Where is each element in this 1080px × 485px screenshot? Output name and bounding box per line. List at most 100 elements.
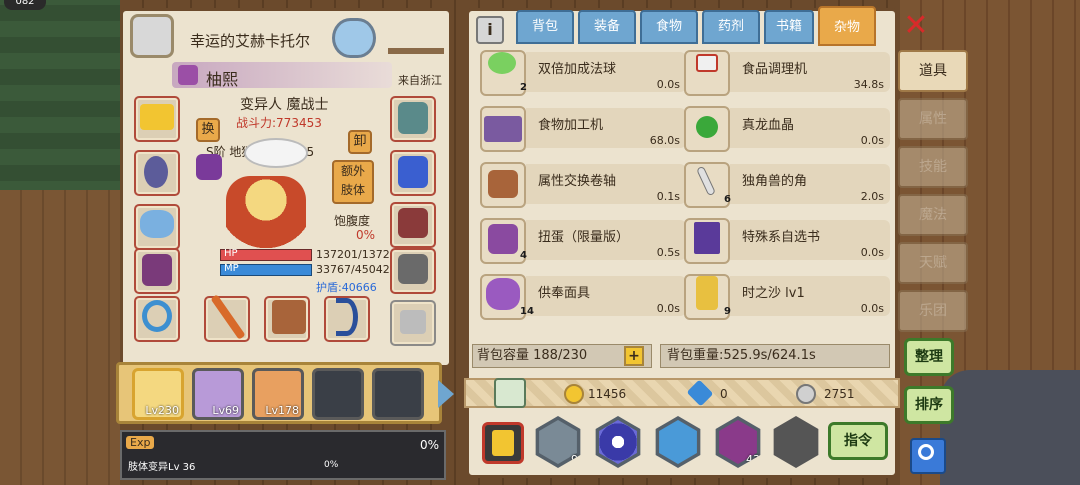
exp-label: Exp — [126, 436, 155, 449]
party-scroll-arrow-icon[interactable] — [438, 380, 454, 408]
mutation-label: 肢体变异Lv 36 — [128, 462, 196, 473]
inventory-item[interactable]: 供奉面具 0.0s 14 — [480, 270, 686, 322]
inventory-item[interactable]: 食品调理机 34.8s — [684, 46, 890, 98]
item-count: 14 — [520, 306, 534, 317]
silver-coin-icon — [796, 384, 816, 404]
unequip-button[interactable]: 卸 — [348, 130, 372, 154]
hp-value: 137201/1372 — [316, 248, 390, 261]
top-left-badge: 082 — [4, 0, 46, 10]
item-time: 0.1s — [656, 190, 680, 203]
tab-misc[interactable]: 杂物 — [818, 6, 876, 46]
hanger-icon[interactable] — [388, 18, 444, 54]
inventory-item[interactable]: 属性交换卷轴 0.1s — [480, 158, 686, 210]
crossbow-icon — [272, 300, 306, 334]
tab-equipment[interactable]: 装备 — [578, 10, 636, 44]
expand-bag-button[interactable]: + — [624, 346, 644, 366]
item-count: 2 — [520, 82, 527, 93]
player-name-bar — [172, 62, 392, 88]
character-name: 幸运的艾赫卡托尔 — [190, 32, 311, 50]
wing-icon — [140, 210, 174, 238]
teleport-icon[interactable] — [332, 18, 376, 58]
item-count: 6 — [724, 194, 731, 205]
hp-label: HP — [224, 248, 238, 259]
satiety-label: 饱腹度 — [334, 214, 371, 228]
thought-bubble-icon — [244, 138, 308, 168]
tab-potion[interactable]: 药剂 — [702, 10, 760, 44]
search-icon — [918, 444, 934, 460]
gold-coin-icon — [564, 384, 584, 404]
organize-button[interactable]: 整理 — [904, 338, 954, 376]
tab-books[interactable]: 书籍 — [764, 10, 814, 44]
info-button[interactable]: i — [476, 16, 504, 44]
dragon-blood-crystal-art — [696, 116, 718, 138]
mutation-percent: 0% — [324, 460, 339, 470]
item-name: 双倍加成法球 — [538, 62, 617, 77]
inventory-item[interactable]: 独角兽的角 2.0s 6 — [684, 158, 890, 210]
player-origin: 来自浙江 — [398, 74, 442, 87]
boots-icon — [398, 208, 428, 238]
item-time: 0.0s — [860, 134, 884, 147]
side-tab-items[interactable]: 道具 — [898, 50, 968, 92]
satiety-value: 0% — [356, 228, 376, 242]
sort-button[interactable]: 排序 — [904, 386, 954, 424]
bag-weight: 背包重量:525.9s/624.1s — [660, 344, 890, 368]
flask-icon — [659, 420, 697, 464]
inventory-item[interactable]: 双倍加成法球 0.0s 2 — [480, 46, 686, 98]
inventory-item[interactable]: 扭蛋（限量版） 0.5s 4 — [480, 214, 686, 266]
extra-limb-button[interactable]: 额外 肢体 — [332, 160, 374, 204]
side-tab-skills[interactable]: 技能 — [898, 146, 968, 188]
item-time: 0.0s — [656, 302, 680, 315]
diamond-amount: 0 — [720, 387, 728, 401]
party-member-2[interactable]: Lv69 — [192, 368, 244, 420]
bow-icon — [336, 298, 358, 336]
gacha-art — [488, 224, 518, 254]
item-name: 时之沙 lv1 — [742, 286, 805, 301]
guild-emblem-icon — [130, 14, 174, 58]
swap-button[interactable]: 换 — [196, 118, 220, 142]
crown-icon — [140, 104, 174, 130]
gauntlet-icon — [398, 156, 428, 188]
side-tab-magic[interactable]: 魔法 — [898, 194, 968, 236]
inventory-item[interactable]: 特殊系自选书 0.0s — [684, 214, 890, 266]
close-button[interactable]: ✕ — [900, 10, 932, 42]
side-tab-band[interactable]: 乐团 — [898, 290, 968, 332]
inventory-item[interactable]: 时之沙 lv1 0.0s 9 — [684, 270, 890, 322]
item-name: 属性交换卷轴 — [538, 174, 617, 189]
mask-art — [486, 278, 520, 310]
item-time: 34.8s — [853, 78, 884, 91]
tab-food[interactable]: 食物 — [640, 10, 698, 44]
party-member-empty-1[interactable] — [312, 368, 364, 420]
party-member-level: Lv69 — [212, 404, 239, 417]
party-member-1[interactable]: Lv230 — [132, 368, 184, 420]
inventory-item[interactable]: 食物加工机 68.0s — [480, 102, 686, 154]
party-member-level: Lv230 — [145, 404, 179, 417]
party-member-empty-2[interactable] — [372, 368, 424, 420]
side-tab-talent[interactable]: 天赋 — [898, 242, 968, 284]
book-art — [694, 222, 720, 254]
item-name: 食品调理机 — [742, 62, 808, 77]
tab-backpack[interactable]: 背包 — [516, 10, 574, 44]
female-icon — [178, 65, 198, 85]
microwave-art — [484, 116, 522, 142]
side-tab-attributes[interactable]: 属性 — [898, 98, 968, 140]
command-button[interactable]: 指令 — [828, 422, 888, 460]
item-time: 0.0s — [860, 302, 884, 315]
armor-icon — [142, 254, 172, 286]
scroll-art — [488, 170, 518, 198]
shield-value: 护盾:40666 — [316, 281, 377, 294]
item-name: 真龙血晶 — [742, 118, 795, 133]
battle-power: 战斗力:773453 — [236, 116, 322, 130]
party-member-level: Lv178 — [265, 404, 299, 417]
character-class: 变异人 魔战士 — [240, 97, 329, 113]
background-right-rock — [940, 370, 1080, 485]
emblem-icon — [398, 102, 428, 134]
item-name: 独角兽的角 — [742, 174, 808, 189]
item-time: 2.0s — [860, 190, 884, 203]
silver-amount: 2751 — [824, 387, 855, 401]
background-left-floor — [0, 190, 120, 485]
deposit-icon[interactable] — [494, 378, 526, 408]
item-name: 供奉面具 — [538, 286, 591, 301]
inventory-item[interactable]: 真龙血晶 0.0s — [684, 102, 890, 154]
party-member-3[interactable]: Lv178 — [252, 368, 304, 420]
hourglass-art — [696, 276, 718, 310]
